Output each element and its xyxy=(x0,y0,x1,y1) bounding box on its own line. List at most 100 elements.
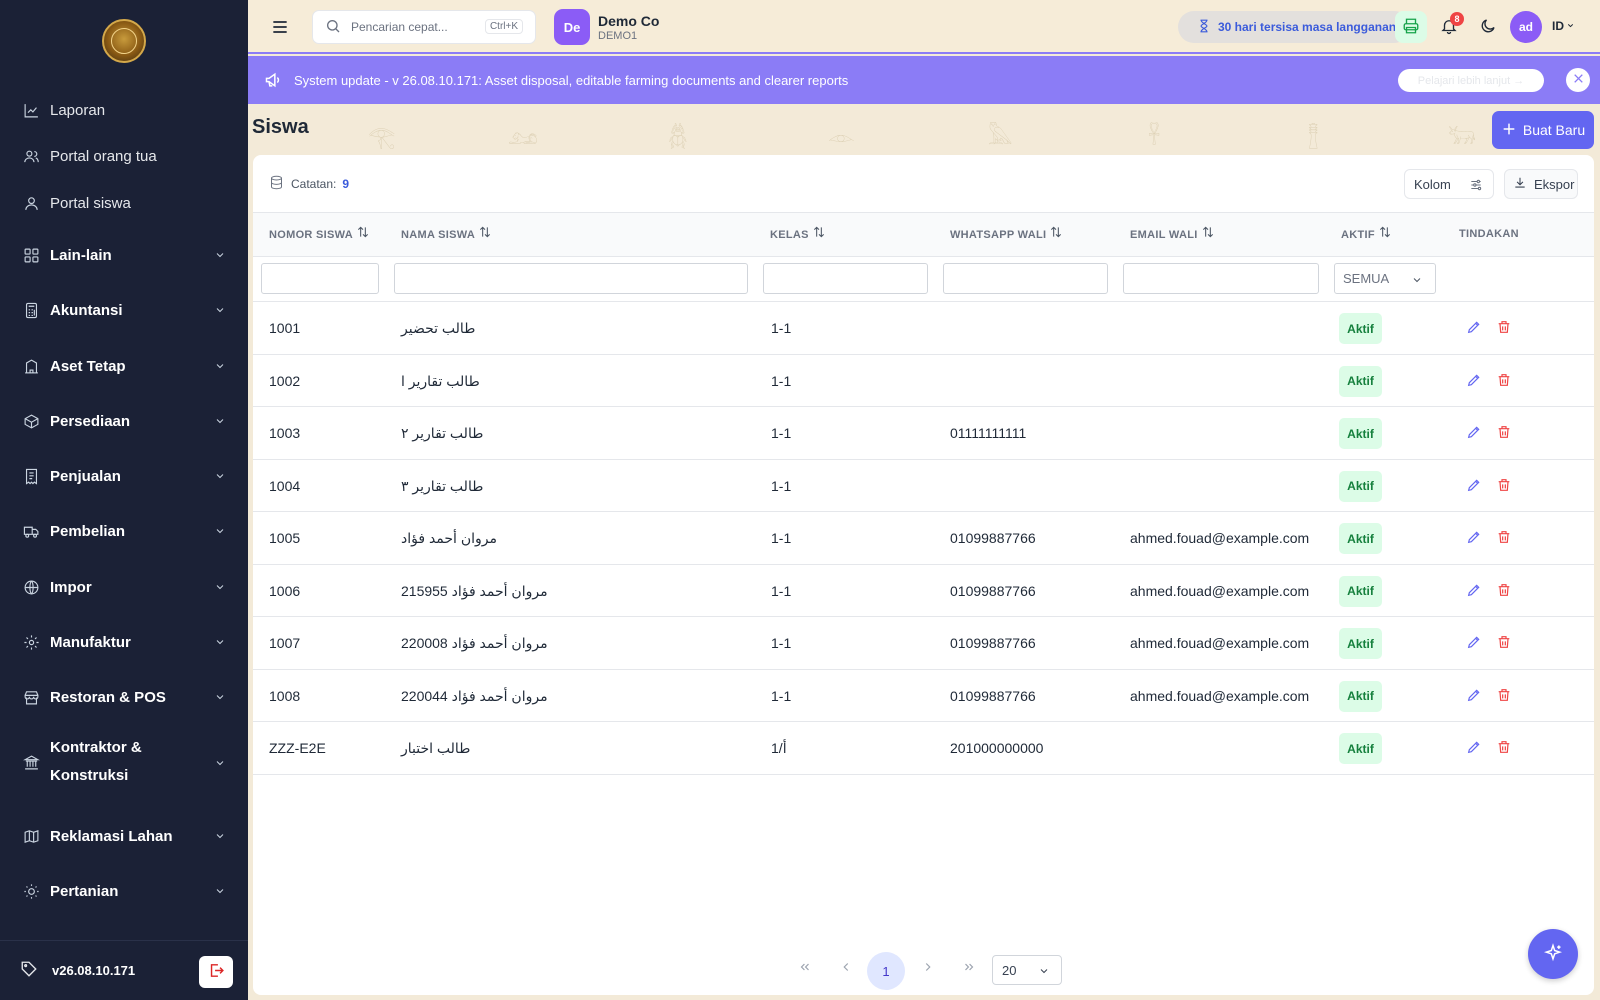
sidebar-group-persediaan[interactable]: Persediaan xyxy=(0,401,248,441)
subscription-badge[interactable]: 30 hari tersisa masa langganan xyxy=(1178,11,1411,43)
edit-button[interactable] xyxy=(1466,319,1484,337)
sidebar-item-portal-siswa[interactable]: Portal siswa xyxy=(0,183,248,223)
sidebar-item-label: Persediaan xyxy=(50,412,131,430)
search-input[interactable] xyxy=(351,20,469,34)
user-avatar[interactable]: ad xyxy=(1510,11,1542,43)
column-header-label: KELAS xyxy=(770,229,809,241)
table-row[interactable]: 1004 طالب تقارير ٣ 1-1 Aktif xyxy=(253,460,1594,512)
megaphone-icon xyxy=(264,70,284,90)
edit-button[interactable] xyxy=(1466,687,1484,705)
trash-icon xyxy=(1498,688,1510,701)
export-button[interactable]: Ekspor xyxy=(1504,169,1578,199)
edit-button[interactable] xyxy=(1466,372,1484,390)
delete-button[interactable] xyxy=(1496,634,1514,652)
table-row[interactable]: 1005 مروان أحمد فؤاد 1-1 01099887766 ahm… xyxy=(253,512,1594,565)
cell-class: 1-1 xyxy=(771,372,792,389)
prev-page-button[interactable] xyxy=(836,958,856,978)
learn-more-button[interactable]: Pelajari lebih lanjut → xyxy=(1398,69,1544,92)
delete-button[interactable] xyxy=(1496,319,1514,337)
quick-search[interactable]: Ctrl+K xyxy=(312,10,536,44)
delete-button[interactable] xyxy=(1496,687,1514,705)
sidebar-item-label: Restoran & POS xyxy=(50,688,166,706)
sidebar-group-reklamasi-lahan[interactable]: Reklamasi Lahan xyxy=(0,816,248,856)
page-number-current[interactable]: 1 xyxy=(867,952,905,990)
delete-button[interactable] xyxy=(1496,372,1514,390)
sort-icon xyxy=(353,226,370,242)
edit-button[interactable] xyxy=(1466,424,1484,442)
table-row[interactable]: 1008 مروان أحمد فؤاد 220044 1-1 01099887… xyxy=(253,670,1594,722)
edit-button[interactable] xyxy=(1466,739,1484,757)
table-row[interactable]: 1002 طالب تقارير ا 1-1 Aktif xyxy=(253,355,1594,407)
last-page-button[interactable] xyxy=(959,958,979,978)
pencil-icon xyxy=(1467,426,1480,439)
banner-close-button[interactable] xyxy=(1566,68,1590,92)
cell-class: 1-1 xyxy=(771,687,792,704)
delete-button[interactable] xyxy=(1496,582,1514,600)
filter-active-select[interactable]: SEMUA xyxy=(1334,263,1436,294)
print-button[interactable] xyxy=(1395,11,1427,43)
ai-assistant-button[interactable] xyxy=(1528,929,1578,979)
column-header-guardian-email[interactable]: EMAIL WALI xyxy=(1130,226,1215,242)
download-icon xyxy=(1513,176,1534,193)
notifications-button[interactable]: 8 xyxy=(1433,11,1465,43)
edit-button[interactable] xyxy=(1466,529,1484,547)
filter-class[interactable] xyxy=(763,263,928,294)
table-row[interactable]: 1003 طالب تقارير ٢ 1-1 01111111111 Aktif xyxy=(253,407,1594,460)
table-row[interactable]: 1006 مروان أحمد فؤاد 215955 1-1 01099887… xyxy=(253,565,1594,617)
company-switcher[interactable]: De Demo Co DEMO1 xyxy=(554,9,659,45)
delete-button[interactable] xyxy=(1496,739,1514,757)
theme-toggle-button[interactable] xyxy=(1472,11,1504,43)
edit-button[interactable] xyxy=(1466,582,1484,600)
column-header-class[interactable]: KELAS xyxy=(770,226,826,242)
create-new-button[interactable]: Buat Baru xyxy=(1492,111,1594,149)
pencil-icon xyxy=(1467,636,1480,649)
sidebar-group-pertanian[interactable]: Pertanian xyxy=(0,871,248,911)
create-new-label: Buat Baru xyxy=(1522,122,1586,138)
chevrons-right-icon xyxy=(962,960,976,977)
menu-toggle-button[interactable] xyxy=(270,17,290,37)
filter-student-name[interactable] xyxy=(394,263,748,294)
landmark-icon xyxy=(22,753,40,771)
delete-button[interactable] xyxy=(1496,424,1514,442)
edit-button[interactable] xyxy=(1466,634,1484,652)
grid-icon xyxy=(22,246,40,264)
sidebar-group-penjualan[interactable]: Penjualan xyxy=(0,456,248,496)
sidebar-group-impor[interactable]: Impor xyxy=(0,567,248,607)
column-header-active[interactable]: AKTIF xyxy=(1341,226,1392,242)
sidebar-group-kontraktor-konstruksi[interactable]: Kontraktor & Konstruksi xyxy=(0,727,248,797)
filter-student-number[interactable] xyxy=(261,263,379,294)
sidebar-group-pembelian[interactable]: Pembelian xyxy=(0,511,248,551)
cell-guardian-whatsapp: 01111111111 xyxy=(950,425,1027,441)
cell-guardian-email: ahmed.fouad@example.com xyxy=(1130,687,1310,704)
cell-guardian-email: ahmed.fouad@example.com xyxy=(1130,635,1310,651)
sidebar-group-restoran-pos[interactable]: Restoran & POS xyxy=(0,677,248,717)
delete-button[interactable] xyxy=(1496,477,1514,495)
language-switcher[interactable]: ID xyxy=(1552,19,1575,33)
page-size-select[interactable]: 20 xyxy=(992,955,1062,985)
table-row[interactable]: 1007 مروان أحمد فؤاد 220008 1-1 01099887… xyxy=(253,617,1594,670)
first-page-button[interactable] xyxy=(795,958,815,978)
filter-guardian-email[interactable] xyxy=(1123,263,1319,294)
next-page-button[interactable] xyxy=(918,958,938,978)
table-row[interactable]: ZZZ-E2E طالب اختبار 1/أ 201000000000 Akt… xyxy=(253,722,1594,775)
sidebar-group-manufaktur[interactable]: Manufaktur xyxy=(0,622,248,662)
logout-icon xyxy=(208,962,225,982)
company-logo[interactable] xyxy=(102,19,146,63)
sidebar-group-lain-lain[interactable]: Lain-lain xyxy=(0,235,248,275)
delete-button[interactable] xyxy=(1496,529,1514,547)
table-row[interactable]: 1001 طالب تحضير 1-1 Aktif xyxy=(253,302,1594,355)
moon-icon xyxy=(1479,17,1497,38)
sidebar-group-akuntansi[interactable]: Akuntansi xyxy=(0,290,248,330)
column-header-student-number[interactable]: NOMOR SISWA xyxy=(269,226,370,242)
filter-guardian-whatsapp[interactable] xyxy=(943,263,1108,294)
column-header-student-name[interactable]: NAMA SISWA xyxy=(401,226,492,242)
sidebar-item-portal-orang-tua[interactable]: Portal orang tua xyxy=(0,136,248,176)
edit-button[interactable] xyxy=(1466,477,1484,495)
logout-button[interactable] xyxy=(199,956,233,988)
sidebar-item-laporan[interactable]: Laporan xyxy=(0,90,248,130)
sidebar-group-aset-tetap[interactable]: Aset Tetap xyxy=(0,346,248,386)
table-filters: SEMUA xyxy=(253,257,1594,302)
columns-button[interactable]: Kolom xyxy=(1404,169,1494,199)
filter-active-value: SEMUA xyxy=(1343,271,1390,286)
column-header-guardian-whatsapp[interactable]: WHATSAPP WALI xyxy=(950,226,1063,242)
